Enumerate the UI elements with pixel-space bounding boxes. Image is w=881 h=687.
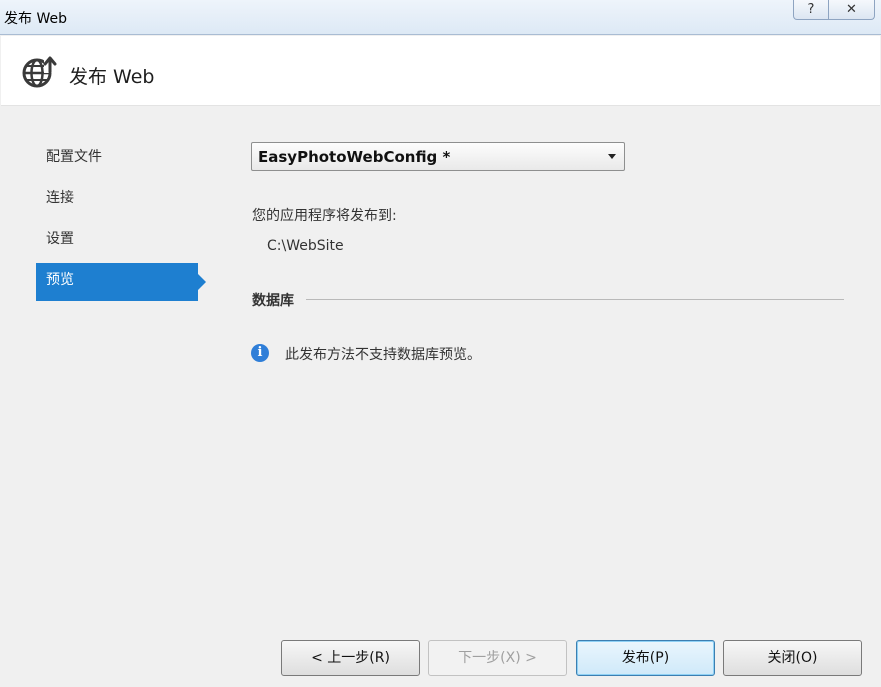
database-section-title: 数据库 [252,293,294,309]
nav-item-label: 连接 [46,190,74,206]
nav-item-label: 设置 [46,231,74,247]
next-button[interactable]: 下一步(X) > [428,640,567,676]
profile-dropdown[interactable]: EasyPhotoWebConfig * [251,142,625,171]
window-title: 发布 Web [4,11,67,27]
section-divider [306,299,844,300]
nav-item-label: 配置文件 [46,149,102,165]
page-title: 发布 Web [69,66,155,88]
nav-item-label: 预览 [46,272,74,288]
page-header: 发布 Web [1,36,880,106]
publish-button[interactable]: 发布(P) [576,640,715,676]
nav-item-profile[interactable]: 配置文件 [36,140,198,178]
destination-label: 您的应用程序将发布到: [252,208,397,224]
info-text: 此发布方法不支持数据库预览。 [285,347,481,363]
globe-publish-icon [22,56,57,88]
close-button[interactable]: 关闭(O) [723,640,862,676]
database-section-header: 数据库 [252,290,844,309]
help-button[interactable]: ? [793,0,829,20]
nav-item-preview[interactable]: 预览 [36,263,206,301]
info-icon: i [251,344,269,362]
caption-buttons: ? ✕ [793,0,875,21]
window-titlebar: 发布 Web ? ✕ [0,0,881,35]
nav-item-connection[interactable]: 连接 [36,181,198,219]
help-icon: ? [807,2,815,17]
nav-item-settings[interactable]: 设置 [36,222,198,260]
profile-dropdown-value: EasyPhotoWebConfig * [258,148,451,166]
destination-path: C:\WebSite [267,238,344,254]
chevron-down-icon [608,154,616,159]
close-icon: ✕ [846,2,857,17]
previous-button[interactable]: < 上一步(R) [281,640,420,676]
wizard-nav: 配置文件 连接 设置 预览 [36,140,206,304]
window-close-button[interactable]: ✕ [829,0,875,20]
